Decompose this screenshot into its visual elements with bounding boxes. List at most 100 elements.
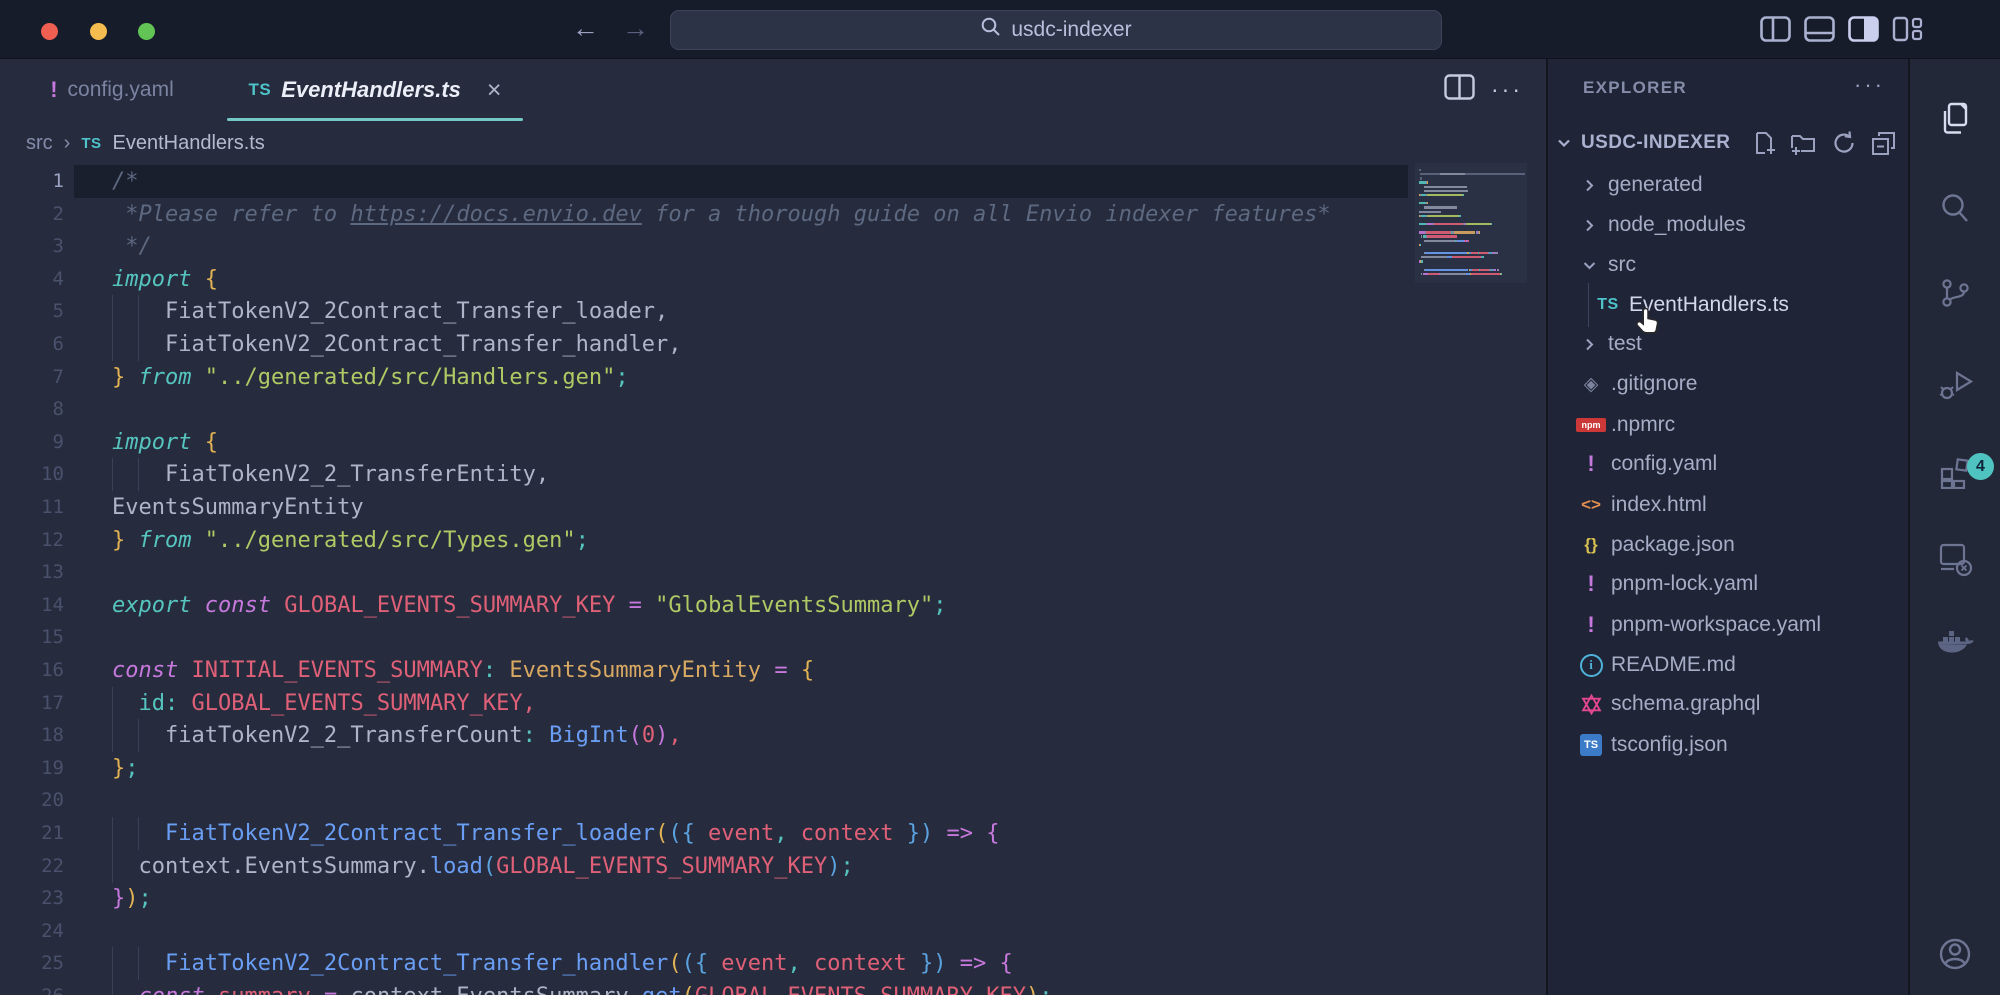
code-line[interactable]: /* (112, 165, 139, 198)
breadcrumb-file-icon: TS (81, 135, 101, 152)
toggle-secondary-side-bar-button[interactable] (1848, 16, 1879, 47)
code-line[interactable]: FiatTokenV2_2Contract_Transfer_loader, (112, 295, 668, 328)
line-number: 16 (0, 654, 64, 687)
traffic-light-close[interactable] (41, 23, 58, 40)
explorer-more-actions-button[interactable]: ··· (1854, 72, 1885, 98)
tree-item-src[interactable]: src (1548, 245, 1908, 285)
tree-item-label: .gitignore (1611, 372, 1697, 396)
tab-EventHandlers-ts[interactable]: TS EventHandlers.ts × (227, 58, 523, 122)
code-line[interactable]: FiatTokenV2_2Contract_Transfer_handler, (112, 328, 682, 361)
section-label: USDC-INDEXER (1581, 132, 1730, 154)
tree-item-generated[interactable]: generated (1548, 165, 1908, 205)
search-box[interactable]: usdc-indexer (670, 10, 1442, 50)
html-icon: <> (1581, 495, 1601, 515)
tsconfig-icon: TS (1580, 734, 1602, 756)
activity-search-button[interactable] (1938, 191, 1972, 230)
tree-item-label: node_modules (1608, 213, 1746, 237)
editor-more-actions-button[interactable]: ··· (1491, 76, 1523, 103)
folder-chevron-icon (1581, 177, 1598, 194)
tree-item-label: tsconfig.json (1611, 733, 1728, 757)
active-tab-indicator (227, 118, 523, 121)
minimap[interactable] (1415, 163, 1527, 283)
code-line[interactable]: const summary = context.EventsSummary.ge… (112, 980, 1052, 995)
code-line[interactable]: import { (112, 263, 218, 296)
breadcrumb-file[interactable]: EventHandlers.ts (113, 132, 265, 155)
tree-item-pnpm-lock-yaml[interactable]: !pnpm-lock.yaml (1548, 564, 1908, 604)
graphql-icon (1581, 694, 1602, 715)
code-line[interactable]: const INITIAL_EVENTS_SUMMARY: EventsSumm… (112, 654, 814, 687)
activity-docker-button[interactable] (1935, 628, 1975, 665)
code-line[interactable]: fiatTokenV2_2_TransferCount: BigInt(0), (112, 719, 682, 752)
line-number: 19 (0, 752, 64, 785)
tree-item-label: config.yaml (1611, 452, 1717, 476)
line-number: 18 (0, 719, 64, 752)
toggle-primary-side-bar-button[interactable] (1760, 16, 1791, 47)
toggle-panel-button[interactable] (1804, 16, 1835, 47)
line-number: 22 (0, 850, 64, 883)
tab-config-yaml[interactable]: ! config.yaml (12, 58, 212, 122)
activity-source-control-button[interactable] (1938, 276, 1972, 315)
split-editor-button[interactable] (1444, 74, 1475, 105)
nav-back-button[interactable]: ← (572, 13, 599, 43)
new-folder-button[interactable] (1790, 130, 1818, 156)
code-line[interactable]: */ (112, 230, 152, 263)
code-line[interactable]: FiatTokenV2_2Contract_Transfer_loader(({… (112, 817, 1000, 850)
tree-item-label: package.json (1611, 533, 1735, 557)
tree-item-node-modules[interactable]: node_modules (1548, 205, 1908, 245)
tree-item-test[interactable]: test (1548, 324, 1908, 364)
line-number: 20 (0, 784, 64, 817)
tree-item-index-html[interactable]: <>index.html (1548, 485, 1908, 525)
nav-forward-button[interactable]: → (622, 13, 649, 43)
tab-close-icon[interactable]: × (487, 76, 502, 105)
line-number: 4 (0, 263, 64, 296)
tree-item-package-json[interactable]: {} package.json (1548, 525, 1908, 565)
code-line[interactable]: FiatTokenV2_2_TransferEntity, (112, 458, 549, 491)
json-braces-icon: {} (1584, 535, 1597, 555)
activity-run-debug-button[interactable] (1937, 368, 1973, 407)
tree-item-config-yaml[interactable]: !config.yaml (1548, 444, 1908, 484)
code-line[interactable]: } from "../generated/src/Handlers.gen"; (112, 361, 629, 394)
code-line[interactable]: EventsSummaryEntity (112, 491, 364, 524)
line-number: 5 (0, 295, 64, 328)
activity-files-button[interactable] (1937, 101, 1973, 142)
tree-item-EventHandlers-ts[interactable]: TSEventHandlers.ts (1548, 285, 1908, 325)
warning-icon: ! (1587, 571, 1594, 597)
traffic-light-minimize[interactable] (90, 23, 107, 40)
breadcrumb-folder[interactable]: src (26, 132, 53, 155)
activity-remote-button[interactable] (1937, 541, 1973, 582)
tree-item--npmrc[interactable]: npm.npmrc (1548, 405, 1908, 445)
search-icon (980, 16, 1002, 44)
line-number: 24 (0, 915, 64, 948)
traffic-light-zoom[interactable] (138, 23, 155, 40)
tree-item--gitignore[interactable]: ◈.gitignore (1548, 364, 1908, 404)
vscode-window: ← → usdc-indexer ! config.yaml TS EventH… (0, 0, 2000, 995)
code-line[interactable]: FiatTokenV2_2Contract_Transfer_handler((… (112, 947, 1013, 980)
mouse-hand-cursor (1635, 306, 1661, 341)
line-number: 25 (0, 947, 64, 980)
breadcrumb[interactable]: src › TS EventHandlers.ts (26, 124, 265, 162)
code-area[interactable]: 1/*2 *Please refer to https://docs.envio… (0, 162, 1546, 995)
collapse-all-button[interactable] (1870, 130, 1897, 156)
breadcrumb-chevron-icon: › (64, 132, 71, 155)
code-line[interactable]: context.EventsSummary.load(GLOBAL_EVENTS… (112, 850, 854, 883)
tree-item-pnpm-workspace-yaml[interactable]: !pnpm-workspace.yaml (1548, 605, 1908, 645)
customize-layout-button[interactable] (1892, 16, 1923, 47)
npm-icon: npm (1576, 418, 1606, 432)
explorer-header: EXPLORER (1583, 78, 1687, 106)
code-line[interactable]: } from "../generated/src/Types.gen"; (112, 524, 589, 557)
code-line[interactable]: }); (112, 882, 152, 915)
code-line[interactable]: id: GLOBAL_EVENTS_SUMMARY_KEY, (112, 687, 536, 720)
code-line[interactable]: import { (112, 426, 218, 459)
tree-item-schema-graphql[interactable]: schema.graphql (1548, 684, 1908, 724)
tree-item-tsconfig-json[interactable]: TS tsconfig.json (1548, 725, 1908, 765)
explorer-section-header[interactable]: USDC-INDEXER (1548, 125, 1908, 161)
tree-item-README-md[interactable]: iREADME.md (1548, 645, 1908, 685)
folder-chevron-icon (1581, 336, 1598, 353)
new-file-button[interactable] (1751, 130, 1777, 156)
code-line[interactable]: }; (112, 752, 139, 785)
activity-account-button[interactable] (1936, 935, 1974, 978)
code-line[interactable]: *Please refer to https://docs.envio.dev … (112, 198, 1331, 231)
refresh-button[interactable] (1831, 130, 1857, 156)
code-line[interactable]: export const GLOBAL_EVENTS_SUMMARY_KEY =… (112, 589, 947, 622)
line-number: 2 (0, 198, 64, 231)
